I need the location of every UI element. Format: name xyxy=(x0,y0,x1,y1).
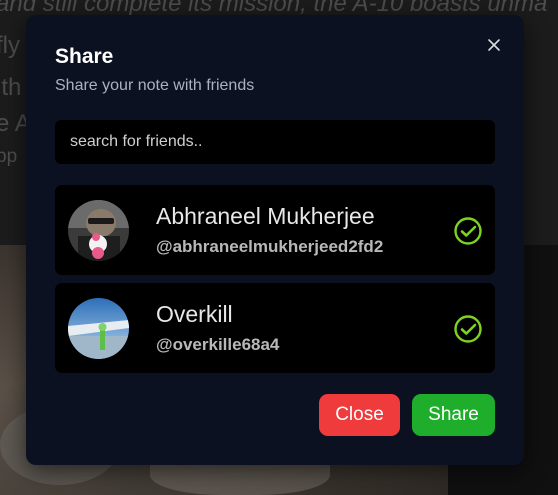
friend-list: Abhraneel Mukherjee @abhraneelmukherjeed… xyxy=(55,185,495,373)
search-friends-input[interactable] xyxy=(55,120,495,164)
friend-name: Overkill xyxy=(156,301,233,327)
modal-title: Share xyxy=(55,45,114,68)
avatar xyxy=(68,200,129,261)
friend-handle: @abhraneelmukherjeed2fd2 xyxy=(156,237,384,256)
check-circle-icon[interactable] xyxy=(453,216,483,246)
friend-item[interactable]: Overkill @overkille68a4 xyxy=(55,283,495,373)
close-icon[interactable] xyxy=(486,37,502,53)
friend-name: Abhraneel Mukherjee xyxy=(156,203,375,229)
friend-handle: @overkille68a4 xyxy=(156,335,280,354)
friend-item[interactable]: Abhraneel Mukherjee @abhraneelmukherjeed… xyxy=(55,185,495,275)
background-text-line: pp xyxy=(0,146,18,167)
share-modal: Share Share your note with friends Abhra… xyxy=(26,15,524,465)
modal-actions: Close Share xyxy=(319,394,495,436)
modal-subtitle: Share your note with friends xyxy=(55,77,255,94)
close-button[interactable]: Close xyxy=(319,394,400,436)
avatar-image xyxy=(68,298,129,359)
avatar-image xyxy=(68,200,129,261)
share-button[interactable]: Share xyxy=(412,394,495,436)
check-circle-icon[interactable] xyxy=(453,314,483,344)
avatar xyxy=(68,298,129,359)
